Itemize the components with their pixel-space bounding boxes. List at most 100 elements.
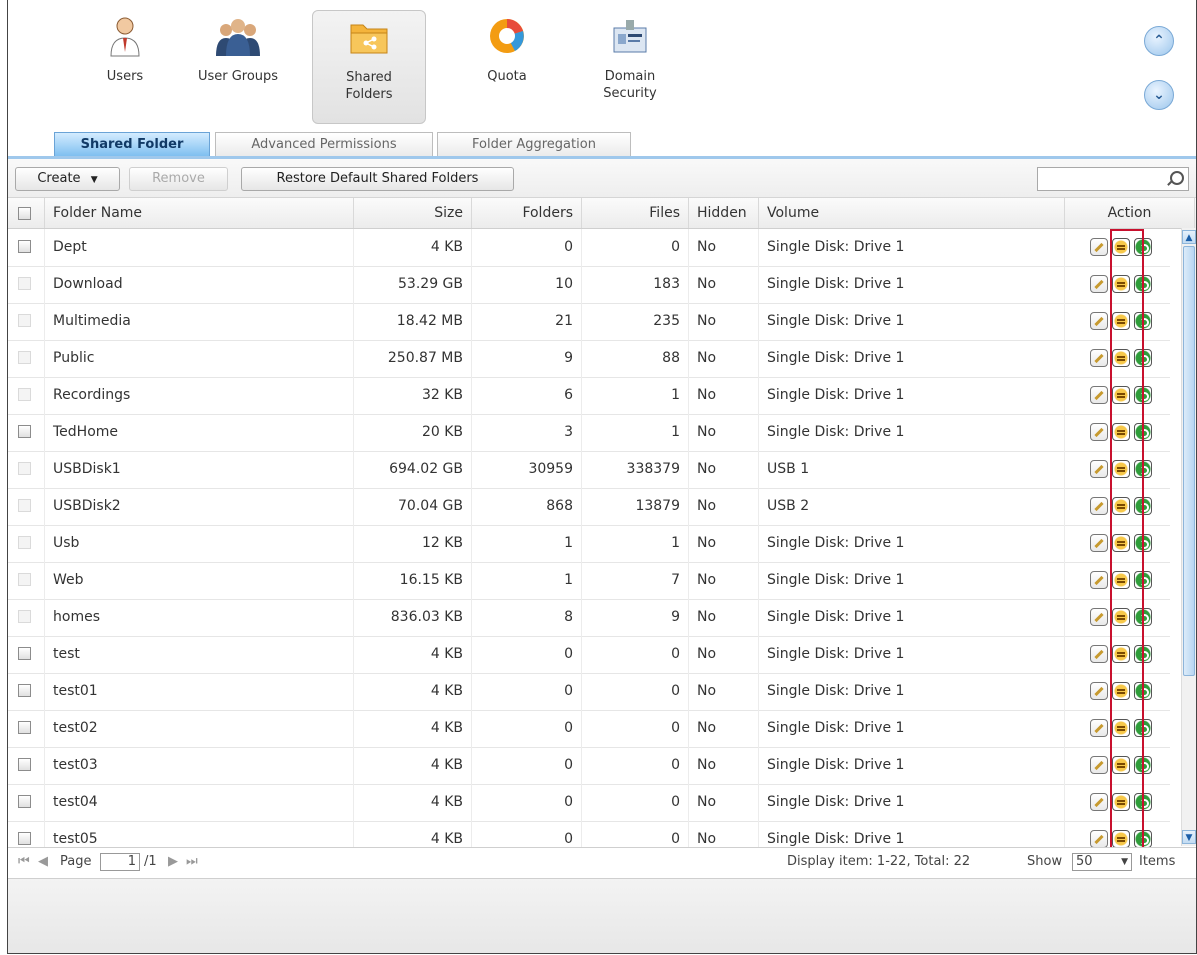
last-page-icon[interactable]: ⏭ xyxy=(186,848,198,876)
edit-icon[interactable] xyxy=(1090,682,1108,700)
refresh-icon[interactable] xyxy=(1134,608,1152,626)
vertical-scrollbar[interactable]: ▲ ▼ xyxy=(1181,228,1196,846)
table-row[interactable]: homes 836.03 KB 8 9 No Single Disk: Drive 1 xyxy=(8,599,1170,637)
refresh-icon[interactable] xyxy=(1134,275,1152,293)
edit-icon[interactable] xyxy=(1090,608,1108,626)
tab-shared-folder[interactable]: Shared Folder xyxy=(54,132,210,156)
edit-icon[interactable] xyxy=(1090,645,1108,663)
row-checkbox[interactable] xyxy=(18,721,31,734)
restore-default-button[interactable]: Restore Default Shared Folders xyxy=(241,167,514,191)
header-files[interactable]: Files xyxy=(582,198,689,228)
edit-permission-icon[interactable] xyxy=(1112,460,1130,478)
row-checkbox[interactable] xyxy=(18,425,31,438)
nav-domain-security[interactable]: Domain Security xyxy=(574,10,686,122)
edit-permission-icon[interactable] xyxy=(1112,349,1130,367)
table-row[interactable]: test 4 KB 0 0 No Single Disk: Drive 1 xyxy=(8,636,1170,674)
refresh-icon[interactable] xyxy=(1134,682,1152,700)
table-row[interactable]: Download 53.29 GB 10 183 No Single Disk: Driv… xyxy=(8,266,1170,304)
row-checkbox[interactable] xyxy=(18,758,31,771)
edit-icon[interactable] xyxy=(1090,793,1108,811)
table-row[interactable]: test05 4 KB 0 0 No Single Disk: Drive 1 xyxy=(8,821,1170,847)
edit-permission-icon[interactable] xyxy=(1112,793,1130,811)
nav-shared-folders[interactable]: Shared Folders xyxy=(312,10,426,124)
edit-permission-icon[interactable] xyxy=(1112,423,1130,441)
row-checkbox[interactable] xyxy=(18,832,31,845)
edit-icon[interactable] xyxy=(1090,349,1108,367)
table-row[interactable]: test04 4 KB 0 0 No Single Disk: Drive 1 xyxy=(8,784,1170,822)
refresh-icon[interactable] xyxy=(1134,386,1152,404)
search-input[interactable] xyxy=(1038,168,1171,188)
tab-advanced-permissions[interactable]: Advanced Permissions xyxy=(215,132,433,156)
table-row[interactable]: Multimedia 18.42 MB 21 235 No Single Disk: Dr… xyxy=(8,303,1170,341)
header-select-all[interactable] xyxy=(8,198,45,228)
table-row[interactable]: Public 250.87 MB 9 88 No Single Disk: Drive 1 xyxy=(8,340,1170,378)
edit-permission-icon[interactable] xyxy=(1112,312,1130,330)
edit-icon[interactable] xyxy=(1090,571,1108,589)
search-box[interactable] xyxy=(1037,167,1189,191)
row-checkbox[interactable] xyxy=(18,795,31,808)
refresh-icon[interactable] xyxy=(1134,349,1152,367)
refresh-icon[interactable] xyxy=(1134,793,1152,811)
refresh-icon[interactable] xyxy=(1134,423,1152,441)
edit-icon[interactable] xyxy=(1090,238,1108,256)
row-checkbox[interactable] xyxy=(18,240,31,253)
edit-icon[interactable] xyxy=(1090,460,1108,478)
select-all-checkbox[interactable] xyxy=(18,207,31,220)
table-row[interactable]: test01 4 KB 0 0 No Single Disk: Drive 1 xyxy=(8,673,1170,711)
table-row[interactable]: TedHome 20 KB 3 1 No Single Disk: Drive 1 xyxy=(8,414,1170,452)
next-page-icon[interactable]: ▶ xyxy=(168,848,178,876)
edit-permission-icon[interactable] xyxy=(1112,534,1130,552)
edit-icon[interactable] xyxy=(1090,534,1108,552)
edit-permission-icon[interactable] xyxy=(1112,497,1130,515)
refresh-icon[interactable] xyxy=(1134,719,1152,737)
refresh-icon[interactable] xyxy=(1134,460,1152,478)
page-number-input[interactable]: 1 xyxy=(100,853,140,871)
scrollbar-thumb[interactable] xyxy=(1183,246,1195,676)
first-page-icon[interactable]: ⏮ xyxy=(18,848,30,876)
scroll-up-icon[interactable]: ⌃ xyxy=(1144,26,1174,56)
refresh-icon[interactable] xyxy=(1134,645,1152,663)
create-button[interactable]: Create ▼ xyxy=(15,167,120,191)
search-icon[interactable] xyxy=(1170,171,1184,185)
edit-icon[interactable] xyxy=(1090,830,1108,847)
refresh-icon[interactable] xyxy=(1134,571,1152,589)
refresh-icon[interactable] xyxy=(1134,238,1152,256)
scroll-down-arrow-icon[interactable]: ▼ xyxy=(1182,830,1196,844)
edit-permission-icon[interactable] xyxy=(1112,719,1130,737)
table-row[interactable]: Recordings 32 KB 6 1 No Single Disk: Drive 1 xyxy=(8,377,1170,415)
header-folders[interactable]: Folders xyxy=(472,198,582,228)
scroll-down-icon[interactable]: ⌄ xyxy=(1144,80,1174,110)
refresh-icon[interactable] xyxy=(1134,497,1152,515)
table-row[interactable]: Usb 12 KB 1 1 No Single Disk: Drive 1 xyxy=(8,525,1170,563)
edit-icon[interactable] xyxy=(1090,386,1108,404)
refresh-icon[interactable] xyxy=(1134,830,1152,847)
table-row[interactable]: test03 4 KB 0 0 No Single Disk: Drive 1 xyxy=(8,747,1170,785)
edit-permission-icon[interactable] xyxy=(1112,238,1130,256)
refresh-icon[interactable] xyxy=(1134,312,1152,330)
refresh-icon[interactable] xyxy=(1134,756,1152,774)
items-per-page-select[interactable]: 50 ▼ xyxy=(1072,853,1132,871)
remove-button[interactable]: Remove xyxy=(129,167,228,191)
table-row[interactable]: USBDisk1 694.02 GB 30959 338379 No USB 1 xyxy=(8,451,1170,489)
edit-icon[interactable] xyxy=(1090,312,1108,330)
nav-user-groups[interactable]: User Groups xyxy=(182,10,294,122)
edit-permission-icon[interactable] xyxy=(1112,386,1130,404)
row-checkbox[interactable] xyxy=(18,684,31,697)
edit-icon[interactable] xyxy=(1090,275,1108,293)
prev-page-icon[interactable]: ◀ xyxy=(38,848,48,876)
table-row[interactable]: USBDisk2 70.04 GB 868 13879 No USB 2 xyxy=(8,488,1170,526)
edit-icon[interactable] xyxy=(1090,423,1108,441)
scroll-up-arrow-icon[interactable]: ▲ xyxy=(1182,230,1196,244)
edit-permission-icon[interactable] xyxy=(1112,608,1130,626)
header-size[interactable]: Size xyxy=(354,198,472,228)
table-row[interactable]: Web 16.15 KB 1 7 No Single Disk: Drive 1 xyxy=(8,562,1170,600)
header-volume[interactable]: Volume xyxy=(759,198,1065,228)
refresh-icon[interactable] xyxy=(1134,534,1152,552)
edit-permission-icon[interactable] xyxy=(1112,275,1130,293)
edit-permission-icon[interactable] xyxy=(1112,645,1130,663)
edit-permission-icon[interactable] xyxy=(1112,571,1130,589)
edit-icon[interactable] xyxy=(1090,756,1108,774)
nav-users[interactable]: Users xyxy=(69,10,181,122)
table-row[interactable]: test02 4 KB 0 0 No Single Disk: Drive 1 xyxy=(8,710,1170,748)
tab-folder-aggregation[interactable]: Folder Aggregation xyxy=(437,132,631,156)
